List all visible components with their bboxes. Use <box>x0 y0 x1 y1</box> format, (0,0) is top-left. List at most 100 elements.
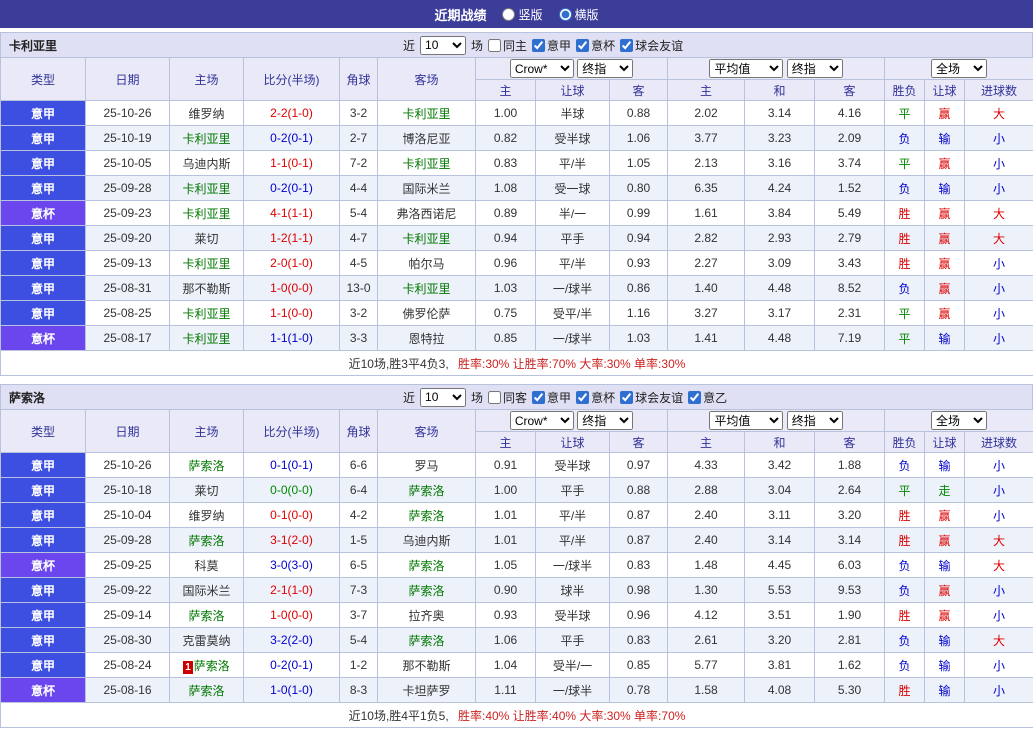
away-team[interactable]: 萨索洛 <box>378 478 476 503</box>
scope-select[interactable]: 全场 <box>931 59 987 78</box>
filter-option[interactable]: 意杯 <box>576 37 615 54</box>
home-team[interactable]: 维罗纳 <box>170 101 244 126</box>
bookmaker-select[interactable]: Crow* <box>510 59 574 78</box>
home-team[interactable]: 卡利亚里 <box>170 126 244 151</box>
odds-time-select[interactable]: 终指 <box>577 59 633 78</box>
match-score[interactable]: 1-1(1-0) <box>244 326 340 351</box>
avg-odds-home: 3.77 <box>668 126 745 151</box>
away-team[interactable]: 弗洛西诺尼 <box>378 201 476 226</box>
handicap-line: 受一球 <box>536 176 610 201</box>
match-score[interactable]: 3-1(2-0) <box>244 528 340 553</box>
team-link: 萨索洛 <box>188 534 224 548</box>
average-select[interactable]: 平均值 <box>709 59 783 78</box>
home-team[interactable]: 国际米兰 <box>170 578 244 603</box>
away-team[interactable]: 萨索洛 <box>378 628 476 653</box>
home-team[interactable]: 卡利亚里 <box>170 301 244 326</box>
match-score[interactable]: 0-2(0-1) <box>244 653 340 678</box>
match-score[interactable]: 0-0(0-0) <box>244 478 340 503</box>
filter-option[interactable]: 意乙 <box>688 389 727 406</box>
away-team[interactable]: 罗马 <box>378 453 476 478</box>
home-team[interactable]: 1萨索洛 <box>170 653 244 678</box>
home-team[interactable]: 科莫 <box>170 553 244 578</box>
average-time-select[interactable]: 终指 <box>787 411 843 430</box>
home-team[interactable]: 莱切 <box>170 478 244 503</box>
games-count-select[interactable]: 10 <box>420 388 466 407</box>
home-team[interactable]: 莱切 <box>170 226 244 251</box>
away-team[interactable]: 卡利亚里 <box>378 151 476 176</box>
away-team[interactable]: 佛罗伦萨 <box>378 301 476 326</box>
filter-option[interactable]: 球会友谊 <box>620 389 683 406</box>
away-team[interactable]: 帕尔马 <box>378 251 476 276</box>
away-team[interactable]: 博洛尼亚 <box>378 126 476 151</box>
away-team[interactable]: 恩特拉 <box>378 326 476 351</box>
filter-option[interactable]: 意杯 <box>576 389 615 406</box>
away-team[interactable]: 卡坦萨罗 <box>378 678 476 703</box>
match-score[interactable]: 0-2(0-1) <box>244 126 340 151</box>
filter-checkbox[interactable] <box>488 39 501 52</box>
home-team[interactable]: 萨索洛 <box>170 528 244 553</box>
home-team[interactable]: 克雷莫纳 <box>170 628 244 653</box>
match-score[interactable]: 1-0(0-0) <box>244 603 340 628</box>
filter-option[interactable]: 同主 <box>488 37 527 54</box>
filter-checkbox[interactable] <box>532 39 545 52</box>
match-score[interactable]: 0-1(0-1) <box>244 453 340 478</box>
away-team[interactable]: 卡利亚里 <box>378 226 476 251</box>
vertical-radio[interactable] <box>502 8 515 21</box>
away-team[interactable]: 卡利亚里 <box>378 276 476 301</box>
match-score[interactable]: 1-0(0-0) <box>244 276 340 301</box>
away-team[interactable]: 卡利亚里 <box>378 101 476 126</box>
home-team[interactable]: 卡利亚里 <box>170 201 244 226</box>
match-score[interactable]: 2-1(1-0) <box>244 578 340 603</box>
home-team[interactable]: 维罗纳 <box>170 503 244 528</box>
match-score[interactable]: 3-0(3-0) <box>244 553 340 578</box>
match-score[interactable]: 0-1(0-0) <box>244 503 340 528</box>
filter-checkbox[interactable] <box>576 391 589 404</box>
match-score[interactable]: 1-2(1-1) <box>244 226 340 251</box>
match-score[interactable]: 2-0(1-0) <box>244 251 340 276</box>
home-team[interactable]: 萨索洛 <box>170 453 244 478</box>
filter-checkbox[interactable] <box>620 39 633 52</box>
match-score[interactable]: 2-2(1-0) <box>244 101 340 126</box>
filter-checkbox[interactable] <box>620 391 633 404</box>
filter-checkbox[interactable] <box>532 391 545 404</box>
bookmaker-select[interactable]: Crow* <box>510 411 574 430</box>
match-score[interactable]: 0-2(0-1) <box>244 176 340 201</box>
home-team[interactable]: 萨索洛 <box>170 603 244 628</box>
match-score[interactable]: 3-2(2-0) <box>244 628 340 653</box>
team-link: 弗洛西诺尼 <box>396 207 456 221</box>
home-team[interactable]: 卡利亚里 <box>170 326 244 351</box>
home-team[interactable]: 萨索洛 <box>170 678 244 703</box>
home-team[interactable]: 卡利亚里 <box>170 251 244 276</box>
filter-checkbox[interactable] <box>688 391 701 404</box>
scope-select[interactable]: 全场 <box>931 411 987 430</box>
corner-count: 4-5 <box>340 251 378 276</box>
layout-option-vertical[interactable]: 竖版 <box>502 6 542 23</box>
match-score[interactable]: 4-1(1-1) <box>244 201 340 226</box>
away-team[interactable]: 萨索洛 <box>378 578 476 603</box>
home-team[interactable]: 卡利亚里 <box>170 176 244 201</box>
away-team[interactable]: 拉齐奥 <box>378 603 476 628</box>
match-score[interactable]: 1-1(0-0) <box>244 301 340 326</box>
horizontal-radio[interactable] <box>559 8 572 21</box>
filter-option[interactable]: 同客 <box>488 389 527 406</box>
average-time-select[interactable]: 终指 <box>787 59 843 78</box>
filter-checkbox[interactable] <box>488 391 501 404</box>
filter-checkbox[interactable] <box>576 39 589 52</box>
filter-option[interactable]: 意甲 <box>532 37 571 54</box>
match-score[interactable]: 1-0(1-0) <box>244 678 340 703</box>
filter-option[interactable]: 意甲 <box>532 389 571 406</box>
away-team[interactable]: 萨索洛 <box>378 553 476 578</box>
away-team[interactable]: 萨索洛 <box>378 503 476 528</box>
odds-time-select[interactable]: 终指 <box>577 411 633 430</box>
home-team[interactable]: 乌迪内斯 <box>170 151 244 176</box>
filter-option[interactable]: 球会友谊 <box>620 37 683 54</box>
league-type-badge: 意甲 <box>1 603 86 628</box>
home-team[interactable]: 那不勒斯 <box>170 276 244 301</box>
away-team[interactable]: 国际米兰 <box>378 176 476 201</box>
games-count-select[interactable]: 10 <box>420 36 466 55</box>
away-team[interactable]: 乌迪内斯 <box>378 528 476 553</box>
average-select[interactable]: 平均值 <box>709 411 783 430</box>
layout-option-horizontal[interactable]: 横版 <box>559 6 599 23</box>
match-score[interactable]: 1-1(0-1) <box>244 151 340 176</box>
away-team[interactable]: 那不勒斯 <box>378 653 476 678</box>
